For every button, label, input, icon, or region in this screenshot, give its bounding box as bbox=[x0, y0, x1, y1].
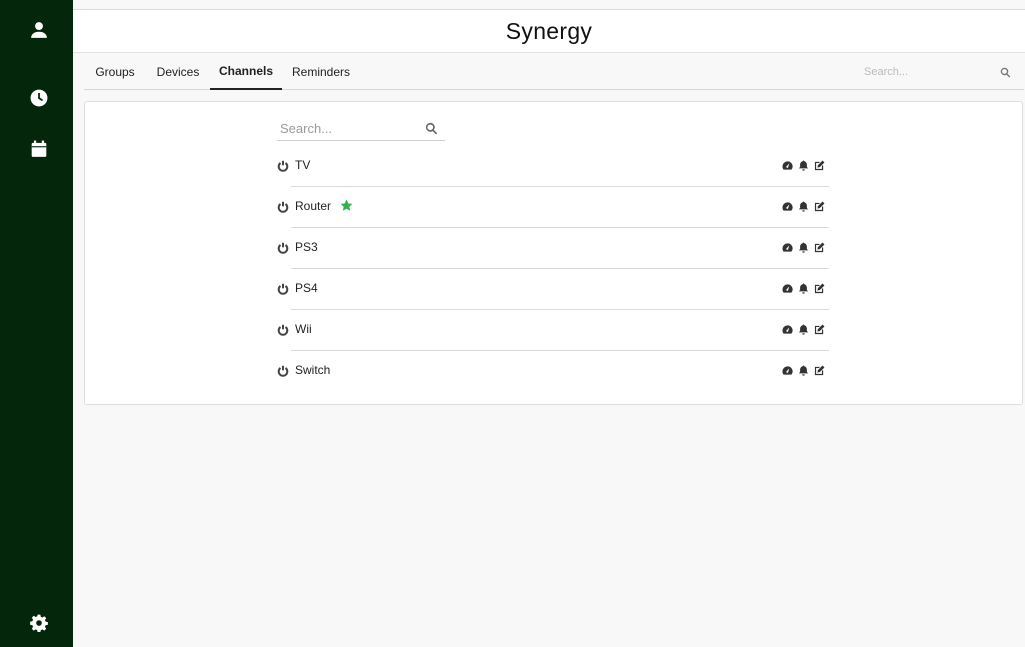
bell-icon[interactable] bbox=[798, 240, 809, 253]
tab-groups[interactable]: Groups bbox=[95, 54, 134, 90]
favorite-star-icon[interactable] bbox=[340, 199, 353, 212]
power-icon[interactable] bbox=[277, 323, 289, 336]
channel-row: PS3 bbox=[277, 228, 837, 269]
power-icon[interactable] bbox=[277, 200, 289, 213]
bell-icon[interactable] bbox=[798, 363, 809, 376]
user-icon[interactable] bbox=[28, 19, 50, 41]
bell-icon[interactable] bbox=[798, 281, 809, 294]
edit-icon[interactable] bbox=[814, 240, 825, 253]
channel-search bbox=[277, 116, 445, 141]
dashboard-icon[interactable] bbox=[782, 363, 793, 375]
channel-row: Router bbox=[277, 187, 837, 228]
channel-actions bbox=[782, 363, 825, 377]
bell-icon[interactable] bbox=[798, 199, 809, 212]
channel-actions bbox=[782, 281, 825, 295]
channel-search-input[interactable] bbox=[277, 120, 425, 136]
dashboard-icon[interactable] bbox=[782, 240, 793, 252]
channel-row: Wii bbox=[277, 310, 837, 351]
channel-row: PS4 bbox=[277, 269, 837, 310]
channel-name: Router bbox=[295, 199, 332, 213]
dashboard-icon[interactable] bbox=[782, 322, 793, 334]
power-icon[interactable] bbox=[277, 282, 289, 295]
channel-name: TV bbox=[295, 158, 311, 172]
tab-channels[interactable]: Channels bbox=[210, 54, 282, 90]
channel-actions bbox=[782, 199, 825, 213]
dashboard-icon[interactable] bbox=[782, 158, 793, 170]
sidebar bbox=[0, 0, 73, 647]
channel-name: Switch bbox=[295, 363, 331, 377]
edit-icon[interactable] bbox=[814, 281, 825, 294]
top-search-input[interactable] bbox=[864, 60, 984, 84]
header: Synergy bbox=[73, 9, 1025, 53]
tab-reminders[interactable]: Reminders bbox=[292, 54, 350, 90]
dashboard-icon[interactable] bbox=[782, 199, 793, 211]
tab-bar: Groups Devices Channels Reminders bbox=[84, 54, 1024, 90]
channel-name: Wii bbox=[295, 322, 312, 336]
power-icon[interactable] bbox=[277, 159, 289, 172]
power-icon[interactable] bbox=[277, 241, 289, 254]
channel-name: PS4 bbox=[295, 281, 318, 295]
app-title: Synergy bbox=[505, 17, 593, 44]
channel-actions bbox=[782, 240, 825, 254]
channel-actions bbox=[782, 158, 825, 172]
edit-icon[interactable] bbox=[814, 322, 825, 335]
channel-actions bbox=[782, 322, 825, 336]
search-icon[interactable] bbox=[425, 122, 438, 135]
tab-devices[interactable]: Devices bbox=[157, 54, 200, 90]
channel-row: Switch bbox=[277, 351, 837, 392]
channel-row: TV bbox=[277, 146, 837, 187]
channel-name: PS3 bbox=[295, 240, 318, 254]
power-icon[interactable] bbox=[277, 364, 289, 377]
clock-icon[interactable] bbox=[28, 87, 50, 109]
top-search bbox=[864, 60, 1014, 84]
bell-icon[interactable] bbox=[798, 322, 809, 335]
bell-icon[interactable] bbox=[798, 158, 809, 171]
edit-icon[interactable] bbox=[814, 199, 825, 212]
calendar-icon[interactable] bbox=[28, 138, 50, 160]
gear-icon[interactable] bbox=[28, 612, 50, 634]
channels-panel: TV Router PS3 PS4 bbox=[84, 101, 1023, 405]
edit-icon[interactable] bbox=[814, 158, 825, 171]
dashboard-icon[interactable] bbox=[782, 281, 793, 293]
edit-icon[interactable] bbox=[814, 363, 825, 376]
search-icon[interactable] bbox=[1000, 67, 1011, 78]
